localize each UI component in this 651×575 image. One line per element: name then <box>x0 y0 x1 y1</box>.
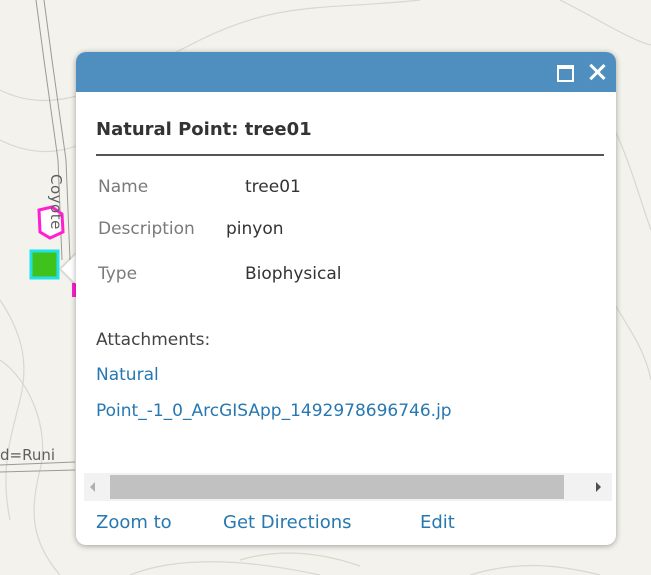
attribute-value: Biophysical <box>245 264 342 284</box>
maximize-icon[interactable] <box>557 65 574 82</box>
scroll-right-arrow-icon[interactable] <box>596 482 601 492</box>
popup-title: Natural Point: tree01 <box>96 119 312 140</box>
attachment-link-continued[interactable]: Point_-1_0_ArcGISApp_1492978696746.jp <box>96 401 452 421</box>
attribute-label: Name <box>98 177 149 197</box>
get-directions-link[interactable]: Get Directions <box>223 512 352 533</box>
attachment-link[interactable]: Natural <box>96 365 159 385</box>
close-icon[interactable] <box>586 61 608 83</box>
feature-popup: Natural Point: tree01 Name tree01 Descri… <box>76 52 616 545</box>
road-label-vertical: Coyote <box>47 174 65 230</box>
attribute-row-name: Name tree01 <box>98 177 301 197</box>
scrollbar-thumb[interactable] <box>110 475 564 499</box>
attribute-row-type: Type Biophysical <box>98 264 341 284</box>
popup-titlebar[interactable] <box>76 52 616 92</box>
attribute-row-description: Description pinyon <box>98 219 284 239</box>
attribute-value: tree01 <box>245 177 301 197</box>
attribute-label: Type <box>98 264 138 284</box>
horizontal-scrollbar[interactable] <box>84 473 612 501</box>
attribute-label: Description <box>98 219 195 239</box>
popup-pointer <box>61 253 77 285</box>
map-feature-selected <box>29 249 60 280</box>
title-divider <box>96 154 604 156</box>
road-label-horizontal: d=Runi <box>0 446 56 464</box>
attribute-value: pinyon <box>226 219 284 239</box>
zoom-to-link[interactable]: Zoom to <box>96 512 172 533</box>
scroll-left-arrow-icon[interactable] <box>90 482 95 492</box>
attachments-heading: Attachments: <box>96 330 211 350</box>
edit-link[interactable]: Edit <box>420 512 455 533</box>
